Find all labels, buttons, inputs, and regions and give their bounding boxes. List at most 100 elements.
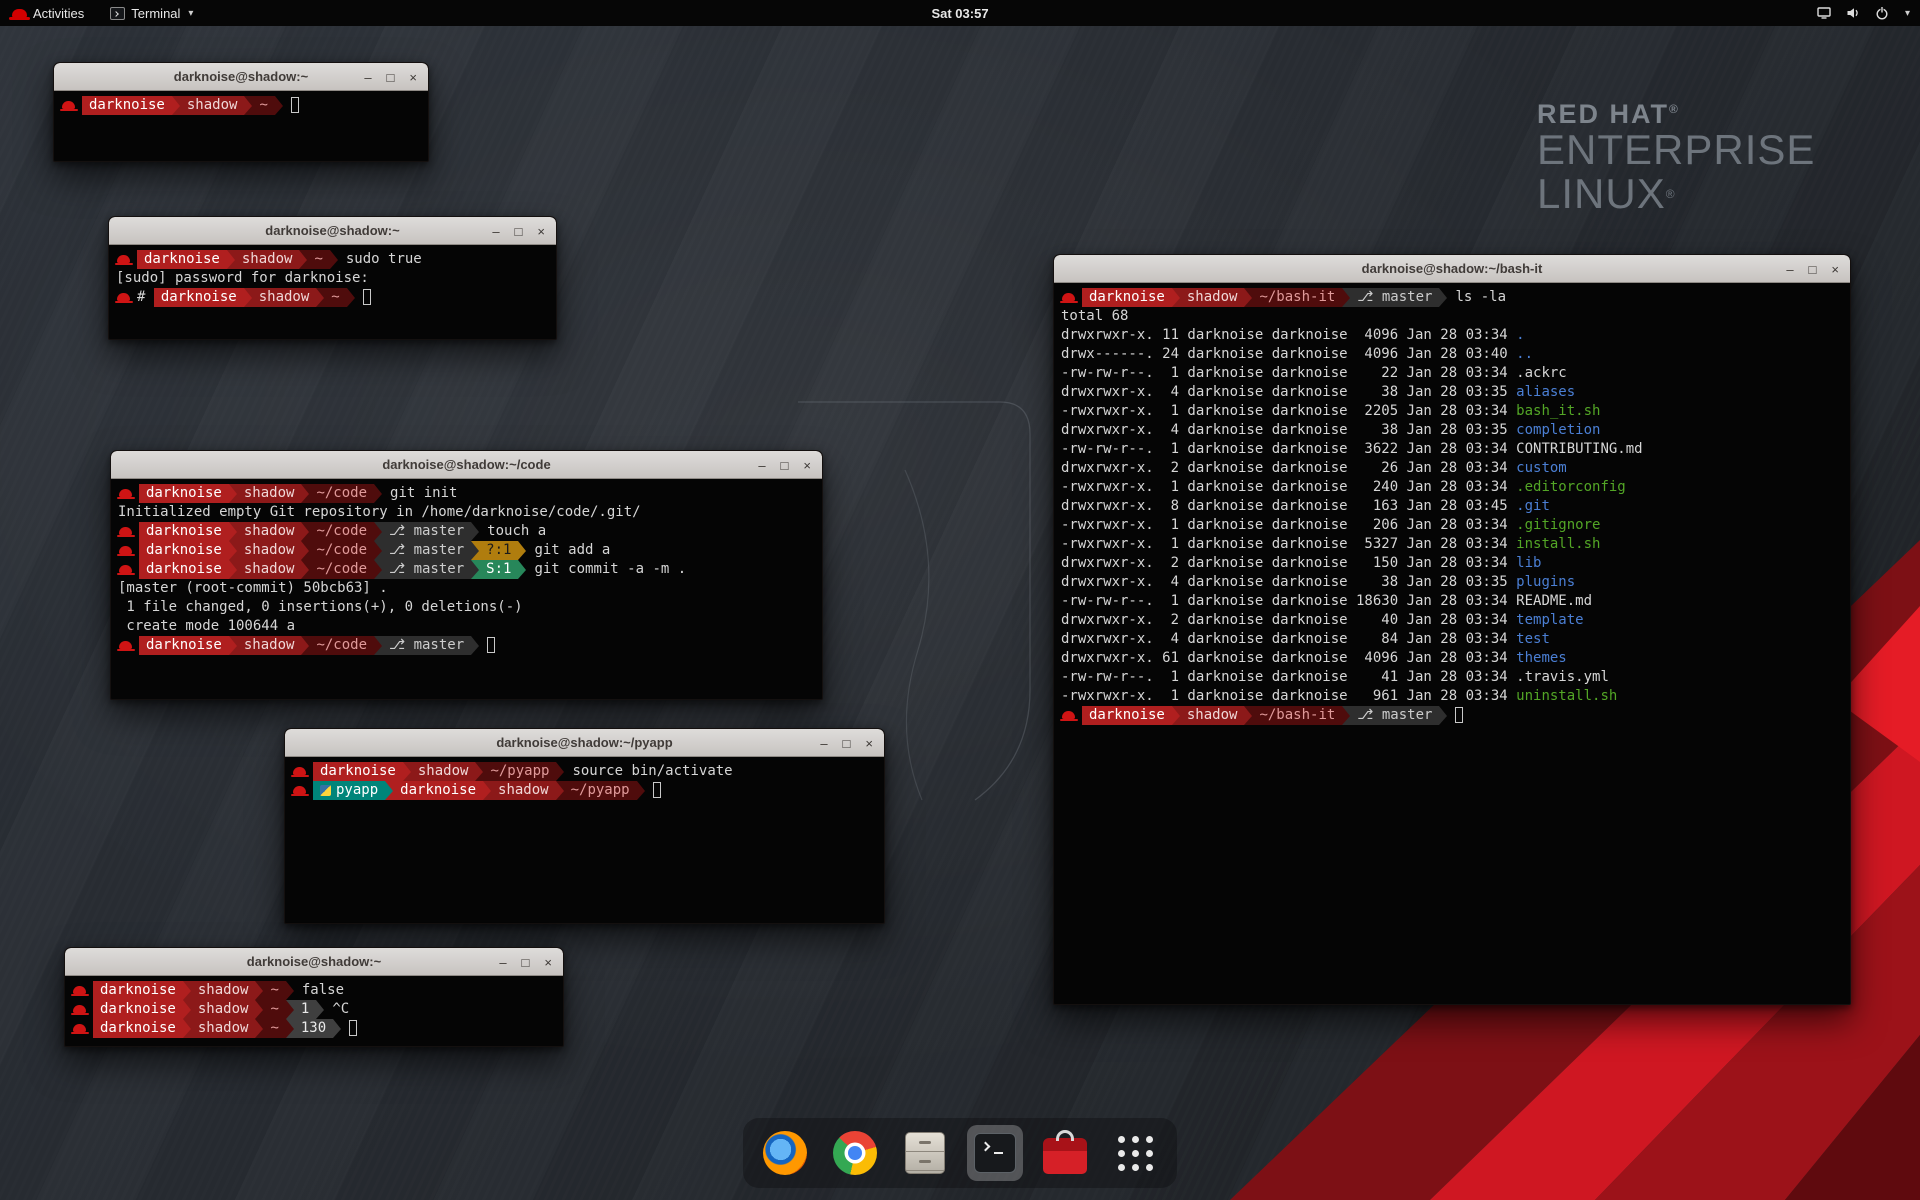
terminal-content[interactable]: darknoiseshadow~/codegit initInitialized…	[111, 479, 822, 698]
powerline-arrow	[172, 96, 180, 115]
system-status-area[interactable]: ▾	[1816, 0, 1910, 26]
minimize-button[interactable]: –	[820, 737, 827, 750]
brand-line1: RED HAT®	[1537, 100, 1815, 128]
maximize-button[interactable]: □	[1809, 263, 1817, 276]
terminal-window-code: darknoise@shadow:~/code – □ × darknoise s…	[110, 450, 823, 700]
maximize-button[interactable]: □	[522, 956, 530, 969]
titlebar[interactable]: darknoise@shadow:~ – □ ×	[109, 217, 556, 245]
output-text: drwxrwxr-x. 4 darknoise darknoise 38 Jan…	[1061, 384, 1516, 400]
command-text: git add a	[526, 542, 610, 558]
prompt-segment-path: ~	[307, 250, 329, 269]
close-button[interactable]: ×	[409, 71, 417, 84]
maximize-button[interactable]: □	[843, 737, 851, 750]
minimize-button[interactable]: –	[1786, 263, 1793, 276]
prompt-segment-host: shadow	[237, 560, 302, 579]
terminal-icon[interactable]	[967, 1125, 1023, 1181]
clock[interactable]: Sat 03:57	[931, 6, 988, 21]
drawer-knob	[919, 1141, 931, 1144]
close-button[interactable]: ×	[1831, 263, 1839, 276]
prompt-segment-user: darknoise	[139, 560, 229, 579]
minimize-button[interactable]: –	[499, 956, 506, 969]
powerline-arrow	[301, 541, 309, 560]
activities-label: Activities	[33, 6, 84, 21]
titlebar[interactable]: darknoise@shadow:~ – □ ×	[65, 948, 563, 976]
output-line: drwxrwxr-x. 2 darknoise darknoise 40 Jan…	[1061, 611, 1842, 630]
output-text: 1 file changed, 0 insertions(+), 0 delet…	[118, 599, 523, 615]
prompt-segment-path: ~/pyapp	[564, 781, 637, 800]
terminal-content[interactable]: darknoiseshadow~/pyappsource bin/activat…	[285, 757, 884, 922]
close-button[interactable]: ×	[865, 737, 873, 750]
minimize-button[interactable]: –	[364, 71, 371, 84]
titlebar[interactable]: darknoise@shadow:~/pyapp – □ ×	[285, 729, 884, 757]
output-line: total 68	[1061, 307, 1842, 326]
software-icon[interactable]	[1037, 1125, 1093, 1181]
command-text: touch a	[479, 523, 546, 539]
chrome-icon[interactable]	[827, 1125, 883, 1181]
output-text: uninstall.sh	[1516, 688, 1617, 704]
prompt-segment-user: darknoise	[1082, 288, 1172, 307]
prompt-segment-user: darknoise	[1082, 706, 1172, 725]
titlebar[interactable]: darknoise@shadow:~/bash-it – □ ×	[1054, 255, 1850, 283]
titlebar[interactable]: darknoise@shadow:~/code – □ ×	[111, 451, 822, 479]
terminal-content[interactable]: darknoiseshadow~/bash-it⎇ masterls -lato…	[1054, 283, 1850, 1003]
prompt-segment-path: ~	[252, 96, 274, 115]
output-text: README.md	[1516, 593, 1592, 609]
root-indicator: #	[137, 289, 154, 305]
app-grid-icon[interactable]	[1107, 1125, 1163, 1181]
minimize-button[interactable]: –	[758, 459, 765, 472]
chevron-down-icon: ▾	[188, 8, 193, 19]
drawer	[906, 1133, 944, 1152]
window-title: darknoise@shadow:~/code	[382, 457, 550, 472]
terminal-content[interactable]: darknoiseshadow~sudo true[sudo] password…	[109, 245, 556, 338]
output-text: [master (root-commit) 50bcb63] .	[118, 580, 388, 596]
prompt-segment-user: darknoise	[93, 1019, 183, 1038]
activities-button[interactable]: Activities	[8, 0, 88, 26]
maximize-button[interactable]: □	[781, 459, 789, 472]
close-button[interactable]: ×	[803, 459, 811, 472]
powerline-arrow	[275, 96, 283, 115]
close-button[interactable]: ×	[537, 225, 545, 238]
prompt-segment-host: shadow	[237, 636, 302, 655]
output-line: drwxrwxr-x. 8 darknoise darknoise 163 Ja…	[1061, 497, 1842, 516]
registered-mark: ®	[1669, 102, 1680, 116]
powerline-arrow	[227, 250, 235, 269]
output-text: completion	[1516, 422, 1600, 438]
output-text: .git	[1516, 498, 1550, 514]
close-button[interactable]: ×	[544, 956, 552, 969]
titlebar[interactable]: darknoise@shadow:~ – □ ×	[54, 63, 428, 91]
drawer	[906, 1152, 944, 1171]
terminal-content[interactable]: darknoiseshadow~	[54, 91, 428, 160]
output-text: CONTRIBUTING.md	[1516, 441, 1642, 457]
prompt-chevron-icon	[113, 11, 119, 17]
minimize-button[interactable]: –	[492, 225, 499, 238]
fedora-icon	[73, 1024, 86, 1032]
powerline-arrow	[286, 1019, 294, 1038]
output-line: -rwxrwxr-x. 1 darknoise darknoise 5327 J…	[1061, 535, 1842, 554]
terminal-content[interactable]: darknoiseshadow~falsedarknoiseshadow~1^C…	[65, 976, 563, 1045]
firefox-icon[interactable]	[757, 1125, 813, 1181]
output-text: -rw-rw-r--. 1 darknoise darknoise 41 Jan…	[1061, 669, 1516, 685]
terminal-logo	[974, 1133, 1016, 1173]
powerline-arrow	[286, 981, 294, 1000]
chevron-down-icon: ▾	[1905, 8, 1910, 19]
output-text: -rw-rw-r--. 1 darknoise darknoise 22 Jan…	[1061, 365, 1516, 381]
prompt-segment-user: darknoise	[313, 762, 403, 781]
app-menu-button[interactable]: Terminal ▾	[106, 0, 197, 26]
powerline-arrow	[255, 981, 263, 1000]
prompt-segment-path: ~	[263, 1019, 285, 1038]
prompt-segment-exit: 130	[294, 1019, 333, 1038]
powerline-arrow	[483, 781, 491, 800]
prompt-segment-staged: S:1	[479, 560, 518, 579]
output-text: -rwxrwxr-x. 1 darknoise darknoise 961 Ja…	[1061, 688, 1516, 704]
prompt-segment-host: shadow	[411, 762, 476, 781]
prompt-segment-user: darknoise	[139, 484, 229, 503]
powerline-arrow	[374, 522, 382, 541]
prompt-segment-path: ~	[263, 1000, 285, 1019]
output-text: custom	[1516, 460, 1567, 476]
toolbox-body	[1043, 1151, 1087, 1174]
prompt-segment-path: ~	[324, 288, 346, 307]
maximize-button[interactable]: □	[387, 71, 395, 84]
output-text: -rwxrwxr-x. 1 darknoise darknoise 240 Ja…	[1061, 479, 1516, 495]
maximize-button[interactable]: □	[515, 225, 523, 238]
files-icon[interactable]	[897, 1125, 953, 1181]
